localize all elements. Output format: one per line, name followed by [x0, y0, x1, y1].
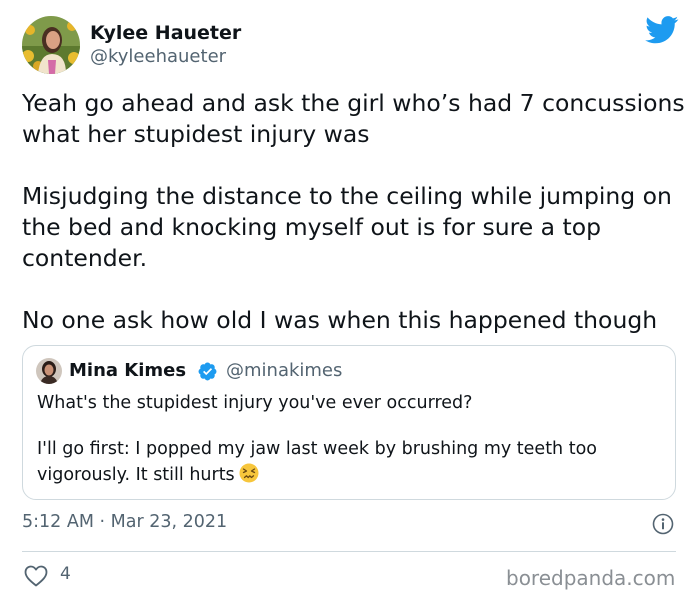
confounded-face-icon — [239, 463, 259, 483]
author-name[interactable]: Kylee Haueter — [90, 22, 241, 44]
quoted-author-handle[interactable]: @minakimes — [226, 360, 342, 381]
twitter-bird-icon[interactable] — [645, 16, 679, 44]
tweet-card: Kylee Haueter @kyleehaueter Yeah go ahea… — [0, 0, 700, 603]
tweet-text: Yeah go ahead and ask the girl who’s had… — [22, 88, 687, 336]
verified-badge-icon — [197, 361, 218, 382]
author-handle[interactable]: @kyleehaueter — [90, 46, 226, 67]
quoted-author-avatar[interactable] — [36, 358, 62, 384]
watermark: boredpanda.com — [506, 566, 676, 590]
tweet-paragraph: Misjudging the distance to the ceiling w… — [22, 182, 672, 272]
quoted-paragraph: I'll go first: I popped my jaw last week… — [37, 436, 662, 488]
quoted-tweet-text: What's the stupidest injury you've ever … — [37, 390, 662, 488]
tweet-paragraph: No one ask how old I was when this happe… — [22, 306, 658, 334]
quoted-tweet[interactable]: Mina Kimes @minakimes What's the stupide… — [22, 345, 676, 500]
author-avatar[interactable] — [22, 16, 80, 74]
quoted-paragraph-text: I'll go first: I popped my jaw last week… — [37, 439, 597, 485]
tweet-timestamp[interactable]: 5:12 AM · Mar 23, 2021 — [22, 512, 227, 532]
like-count[interactable]: 4 — [60, 564, 71, 584]
info-icon[interactable] — [652, 513, 674, 535]
quoted-paragraph: What's the stupidest injury you've ever … — [37, 393, 473, 413]
heart-icon[interactable] — [24, 565, 48, 587]
tweet-paragraph: Yeah go ahead and ask the girl who’s had… — [22, 89, 685, 148]
quoted-author-name[interactable]: Mina Kimes — [69, 360, 186, 381]
divider — [22, 551, 676, 552]
